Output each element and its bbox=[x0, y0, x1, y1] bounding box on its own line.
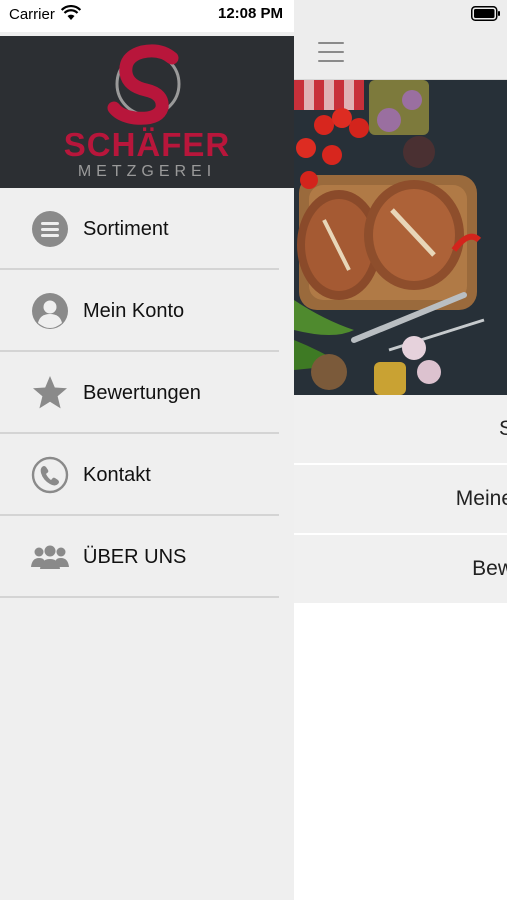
battery-icon bbox=[471, 6, 500, 21]
hamburger-menu-icon[interactable] bbox=[318, 42, 344, 62]
menu-item-label: Kontakt bbox=[83, 463, 151, 486]
drawer-header: SCHÄFER METZGEREI bbox=[0, 36, 294, 188]
brand-subtitle: METZGEREI bbox=[77, 163, 217, 180]
menu-item-mein-konto[interactable]: Mein Konto bbox=[0, 270, 294, 352]
status-bar: Carrier 12:08 PM bbox=[0, 0, 507, 32]
user-icon bbox=[30, 291, 70, 331]
wifi-icon bbox=[61, 5, 81, 20]
list-icon bbox=[30, 209, 70, 249]
menu-item-kontakt[interactable]: Kontakt bbox=[0, 434, 294, 516]
group-icon bbox=[30, 537, 70, 577]
menu-item-ueber-uns[interactable]: ÜBER UNS bbox=[0, 516, 294, 598]
menu-item-label: ÜBER UNS bbox=[83, 545, 187, 568]
main-list-item-label: Bew bbox=[472, 557, 507, 580]
main-category-list: S Meine Bew bbox=[294, 395, 507, 605]
carrier-label: Carrier bbox=[9, 6, 55, 23]
main-list-item-label: S bbox=[499, 417, 507, 441]
brand-name: SCHÄFER bbox=[63, 126, 231, 163]
menu-item-sortiment[interactable]: Sortiment bbox=[0, 188, 294, 270]
menu-item-label: Mein Konto bbox=[83, 299, 185, 322]
hero-image bbox=[294, 80, 507, 395]
main-list-item-label: Meine bbox=[455, 487, 507, 510]
main-list-item[interactable]: Meine bbox=[294, 465, 507, 535]
navigation-drawer: SCHÄFER METZGEREI Sortiment Mein Konto B… bbox=[0, 32, 294, 900]
menu-item-label: Sortiment bbox=[83, 217, 169, 240]
main-list-item[interactable]: S bbox=[294, 395, 507, 465]
phone-icon bbox=[30, 455, 70, 495]
drawer-menu: Sortiment Mein Konto Bewertungen Kontakt… bbox=[0, 188, 294, 598]
menu-item-label: Bewertungen bbox=[83, 381, 201, 404]
star-icon bbox=[30, 373, 70, 413]
clock: 12:08 PM bbox=[218, 5, 284, 22]
main-list-item[interactable]: Bew bbox=[294, 535, 507, 605]
menu-item-bewertungen[interactable]: Bewertungen bbox=[0, 352, 294, 434]
